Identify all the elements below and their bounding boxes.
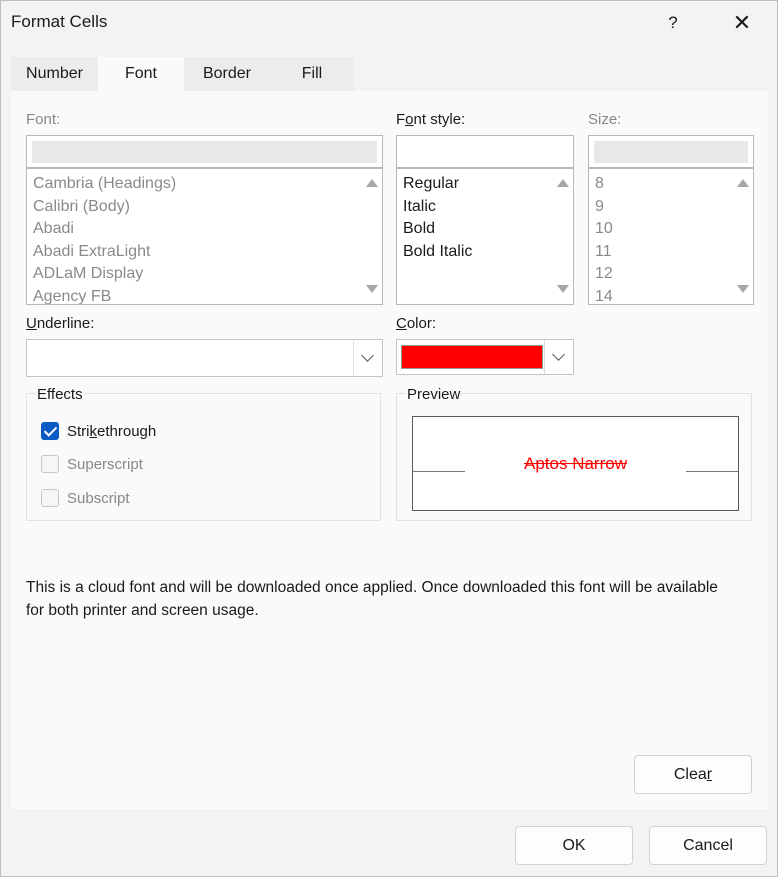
list-item[interactable]: Abadi [33,220,74,238]
font-name-input-fill [32,141,377,163]
list-item[interactable]: Italic [403,198,436,216]
font-style-input[interactable] [396,135,574,168]
size-input[interactable] [588,135,754,168]
list-item[interactable]: 12 [595,265,613,283]
underline-dropdown[interactable] [26,339,383,377]
preview-box: Aptos Narrow [412,416,739,511]
list-item[interactable]: 9 [595,198,604,216]
size-label: Size: [588,111,622,128]
strikethrough-label[interactable]: Strikethrough [67,423,156,440]
chevron-down-icon [552,348,565,361]
checkmark-icon [43,423,58,437]
scroll-down-arrow-icon[interactable] [366,285,378,293]
clear-button[interactable]: Clear [634,755,752,794]
cancel-button[interactable]: Cancel [649,826,767,865]
font-label: Font: [26,111,61,128]
list-item[interactable]: 14 [595,288,613,304]
cloud-font-info-line-2: for both printer and screen usage. [26,602,259,619]
ok-button[interactable]: OK [515,826,633,865]
subscript-label[interactable]: Subscript [67,490,130,507]
underline-dropdown-button[interactable] [353,340,382,376]
font-style-list-scrollbar[interactable] [553,169,573,304]
effects-group: Effects Strikethrough Superscript Subscr… [26,386,381,521]
close-button[interactable]: ✕ [719,7,765,39]
font-list[interactable]: Cambria (Headings) Calibri (Body) Abadi … [26,168,383,305]
color-swatch [401,345,543,369]
font-name-input[interactable] [26,135,383,168]
list-item[interactable]: 8 [595,175,604,193]
list-item[interactable]: Agency FB [33,288,111,304]
color-picker[interactable] [396,339,574,375]
scroll-up-arrow-icon[interactable] [737,179,749,187]
superscript-label[interactable]: Superscript [67,456,143,473]
tab-fill[interactable]: Fill [270,57,354,91]
tab-font[interactable]: Font [98,57,184,93]
preview-title: Preview [406,386,462,403]
list-item[interactable]: 10 [595,220,613,238]
scroll-down-arrow-icon[interactable] [737,285,749,293]
list-item[interactable]: 11 [595,243,612,261]
cloud-font-info-line-1: This is a cloud font and will be downloa… [26,579,718,596]
underline-label: Underline: [26,315,95,332]
size-input-fill [594,141,748,163]
scroll-up-arrow-icon[interactable] [366,179,378,187]
list-item[interactable]: Abadi ExtraLight [33,243,150,261]
tab-number[interactable]: Number [11,57,98,91]
size-list[interactable]: 8 9 10 11 12 14 [588,168,754,305]
format-cells-dialog: Format Cells ? ✕ Number Font Border Fill… [0,0,778,877]
list-item[interactable]: Regular [403,175,459,193]
scroll-down-arrow-icon[interactable] [557,285,569,293]
size-list-scrollbar[interactable] [733,169,753,304]
subscript-checkbox[interactable] [41,489,59,507]
help-button[interactable]: ? [651,7,695,39]
list-item[interactable]: Bold Italic [403,243,472,261]
dialog-title: Format Cells [11,12,108,31]
preview-group: Preview Aptos Narrow [396,386,752,521]
scroll-up-arrow-icon[interactable] [557,179,569,187]
tab-border[interactable]: Border [184,57,270,91]
font-style-list[interactable]: Regular Italic Bold Bold Italic [396,168,574,305]
list-item[interactable]: Calibri (Body) [33,198,130,216]
title-bar: Format Cells ? ✕ [1,1,777,45]
list-item[interactable]: Bold [403,220,435,238]
color-label: Color: [396,315,437,332]
preview-sample-text: Aptos Narrow [524,454,627,473]
chevron-down-icon [361,349,374,362]
effects-title: Effects [36,386,84,403]
color-dropdown-button[interactable] [544,340,573,374]
strikethrough-checkbox[interactable] [41,422,59,440]
font-style-label: Font style: [396,111,466,128]
list-item[interactable]: Cambria (Headings) [33,175,176,193]
font-list-scrollbar[interactable] [362,169,382,304]
font-tab-panel: Font: Cambria (Headings) Calibri (Body) … [11,91,768,809]
list-item[interactable]: ADLaM Display [33,265,143,283]
superscript-checkbox[interactable] [41,455,59,473]
